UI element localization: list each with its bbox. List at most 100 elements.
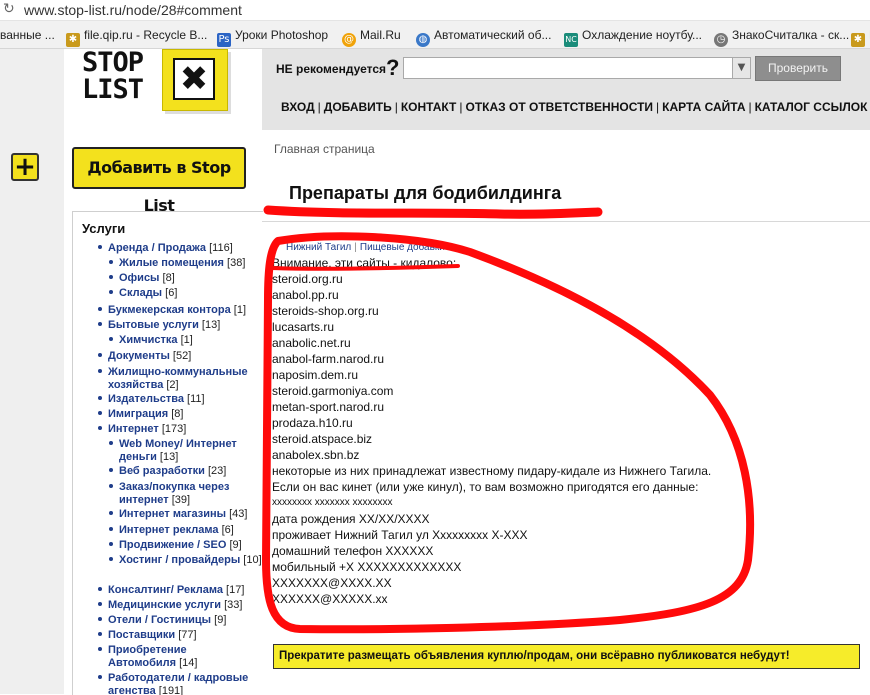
note-text: Если он вас кинет (или уже кинул), то ва… [272,480,699,494]
bookmark-label: file.qip.ru - Recycle B... [84,28,208,42]
bullet-icon [98,322,102,326]
service-label: Жилые помещения [119,257,224,269]
bookmark-item[interactable]: ✱ file.qip.ru - Recycle B... [66,26,208,47]
service-item[interactable]: Жилищно-коммунальные хозяйства [2] [98,366,263,392]
nav-links-catalog[interactable]: КАТАЛОГ ССЫЛОК [755,100,868,114]
mobile-phone: мобильный +X XXXXXXXXXXXXX [272,560,462,574]
bookmark-label: Уроки Photoshop [235,28,329,42]
service-item[interactable]: Отели / Гостиницы [9] [98,614,227,627]
logo-text: STOP LIST [82,49,152,110]
bullet-icon [109,542,113,546]
service-label: Приобретение Автомобиля [108,644,187,669]
service-item[interactable]: Склады [6] [109,287,177,300]
plus-icon[interactable]: + [11,153,39,181]
service-count: [9] [229,539,242,551]
service-count: [8] [171,408,184,420]
service-count: [33] [224,599,243,611]
service-item[interactable]: Интернет реклама [6] [109,524,234,537]
chevron-down-icon[interactable]: ▼ [733,57,751,79]
bullet-icon [98,602,102,606]
service-count: [173] [161,423,187,435]
service-item[interactable]: Работодатели / кадровые агенства [191] [98,672,263,695]
bug-icon: ✱ [66,33,80,47]
bookmarks-bar: ванные ... ✱ file.qip.ru - Recycle B... P… [0,21,870,49]
scam-site-item: anabolex.sbn.bz [272,448,360,462]
nav-login[interactable]: ВХОД [281,100,315,114]
bookmark-item[interactable]: ◷ ЗнакоСчиталка - ск... [714,26,849,47]
add-to-stoplist-button[interactable]: Добавить в Stop List [72,147,246,215]
nav-add[interactable]: ДОБАВИТЬ [324,100,392,114]
service-item[interactable]: Аренда / Продажа [116] [98,242,233,255]
service-item[interactable]: Интернет [173] [98,423,187,436]
bullet-icon [109,527,113,531]
scam-site-item: lucasarts.ru [272,320,335,334]
question-icon: ? [386,55,400,80]
url-text[interactable]: www.stop-list.ru/node/28#comment [24,2,242,18]
site-search-input[interactable] [403,57,733,79]
service-item[interactable]: Химчистка [1] [109,334,193,347]
service-item[interactable]: Web Money/ Интернет деньги [13] [109,438,263,464]
email: XXXXXXX@XXXX.XX [272,576,392,590]
nav-disclaimer[interactable]: ОТКАЗ ОТ ОТВЕТСТВЕННОСТИ [466,100,654,114]
bookmark-item[interactable]: Ps Уроки Photoshop [217,26,329,47]
tag-link[interactable]: Пищевые добавки [360,242,445,253]
nav-separator: | [748,100,752,114]
service-count: [13] [201,319,221,331]
service-item[interactable]: Хостинг / провайдеры [10] [109,554,263,567]
masked-name: xxxxxxxx xxxxxxx xxxxxxxx [272,497,393,508]
nav-contact[interactable]: КОНТАКТ [401,100,457,114]
reload-icon[interactable]: ↻ [3,2,17,16]
bullet-icon [98,396,102,400]
nav-sitemap[interactable]: КАРТА САЙТА [662,100,745,114]
service-count: [9] [214,614,227,626]
service-item[interactable]: Интернет магазины [43] [109,508,248,521]
site-logo[interactable]: STOP LIST ✖ [82,49,230,111]
scam-site-item: steroid.garmoniya.com [272,384,394,398]
service-item[interactable]: Документы [52] [98,350,191,363]
tag-link[interactable]: Нижний Тагил [286,242,351,253]
service-item[interactable]: Приобретение Автомобиля [14] [98,644,218,670]
bookmark-item[interactable]: ◍ Автоматический об... [416,26,551,47]
service-label: Веб разработки [119,465,205,477]
tags: Нижний Тагил | Пищевые добавки [286,242,445,253]
bullet-icon [98,426,102,430]
service-count: [43] [229,508,248,520]
address-bar[interactable]: ↻ www.stop-list.ru/node/28#comment [0,0,870,21]
bookmark-label: ванные ... [0,28,55,42]
service-item[interactable]: Заказ/покупка через интернет [39] [109,481,259,507]
service-label: Отели / Гостиницы [108,614,212,626]
service-item[interactable]: Поставщики [77] [98,629,197,642]
bullet-icon [109,511,113,515]
bullet-icon [98,369,102,373]
breadcrumb[interactable]: Главная страница [274,142,375,156]
service-item[interactable]: Веб разработки [23] [109,465,227,478]
bookmark-item[interactable]: ванные ... [0,26,55,44]
bullet-icon [109,275,113,279]
page-title: Препараты для бодибилдинга [289,183,562,203]
service-item[interactable]: Издательства [11] [98,393,205,406]
scam-site-item: naposim.dem.ru [272,368,359,382]
service-count: [38] [227,257,246,269]
service-label: Продвижение / SEO [119,539,227,551]
service-item[interactable]: Офисы [8] [109,272,175,285]
service-item[interactable]: Продвижение / SEO [9] [109,539,242,552]
scam-site-item: anabol-farm.narod.ru [272,352,385,366]
service-count: [23] [208,465,227,477]
service-item[interactable]: Имиграция [8] [98,408,184,421]
left-gray-strip [0,49,64,694]
bookmark-item[interactable]: ✱К [851,26,870,47]
bookmark-item[interactable]: @ Mail.Ru [342,26,401,47]
service-item[interactable]: Букмекерская контора [1] [98,304,246,317]
check-button[interactable]: Проверить [755,56,841,81]
scam-site-item: anabol.pp.ru [272,288,339,302]
service-item[interactable]: Консалтинг/ Реклама [17] [98,584,244,597]
service-item[interactable]: Бытовые услуги [13] [98,319,221,332]
service-item[interactable]: Медицинские услуги [33] [98,599,243,612]
warning-text: Внимание, эти сайты - кидалово: [272,256,457,270]
service-count: [10] [243,554,262,566]
title-underline-stroke [263,205,603,219]
service-label: Документы [108,350,170,362]
bookmark-item[interactable]: NC Охлаждение ноутбу... [564,26,702,47]
bullet-icon [109,441,113,445]
service-item[interactable]: Жилые помещения [38] [109,257,246,270]
